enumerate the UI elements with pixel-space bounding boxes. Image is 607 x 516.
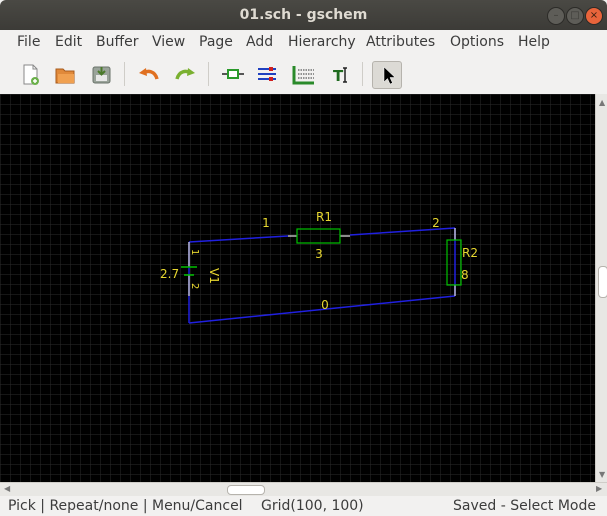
menu-page[interactable]: Page [199,34,233,50]
menu-attributes[interactable]: Attributes [366,34,435,50]
horizontal-scroll-thumb[interactable] [227,485,265,495]
add-bus-icon[interactable] [290,61,318,87]
status-bar: Pick | Repeat/none | Menu/Cancel Grid(10… [0,496,607,516]
horizontal-scrollbar[interactable]: ◀ ▶ [0,482,607,497]
menu-buffer[interactable]: Buffer [96,34,139,50]
toolbar-separator [362,62,363,86]
refdes-v1: V1 [207,268,221,284]
open-file-icon[interactable] [51,61,79,87]
scroll-down-icon[interactable]: ▼ [599,470,605,479]
menu-options[interactable]: Options [450,34,504,50]
v1-pin-2: 2 [189,283,200,289]
menu-add[interactable]: Add [246,34,273,50]
net-label-2: 2 [432,216,440,230]
select-pointer-icon[interactable] [372,61,402,89]
scroll-up-icon[interactable]: ▲ [599,98,605,107]
vertical-scroll-thumb[interactable] [598,266,607,298]
add-text-icon[interactable]: T [327,61,355,87]
net-label-3: 3 [315,247,323,261]
title-bar: – □ × 01.sch - gschem [0,0,607,30]
mode-status: Saved - Select Mode [453,498,596,514]
mouse-button-hints: Pick | Repeat/none | Menu/Cancel [8,498,243,514]
save-file-icon[interactable] [87,61,115,87]
menu-view[interactable]: View [152,34,185,50]
canvas-grid [0,94,595,482]
undo-icon[interactable] [135,61,163,87]
schematic-canvas[interactable]: R1 3 1 2 R2 8 0 2.7 V1 1 2 [0,94,595,482]
menu-edit[interactable]: Edit [55,34,82,50]
refdes-r2: R2 [462,246,478,260]
net-label-8: 8 [461,268,469,282]
window-title: 01.sch - gschem [239,7,368,23]
net-label-1: 1 [262,216,270,230]
toolbar-separator [208,62,209,86]
vertical-scrollbar[interactable]: ▲ ▼ [595,94,607,482]
menu-help[interactable]: Help [518,34,550,50]
add-component-icon[interactable] [219,61,247,87]
add-net-icon[interactable] [254,61,282,87]
svg-text:T: T [333,67,344,85]
toolbar: T [0,54,607,95]
scroll-left-icon[interactable]: ◀ [4,484,10,493]
menu-hierarchy[interactable]: Hierarchy [288,34,356,50]
grid-status: Grid(100, 100) [261,498,364,514]
v1-value: 2.7 [160,267,179,281]
menu-file[interactable]: File [17,34,40,50]
redo-icon[interactable] [171,61,199,87]
new-file-icon[interactable] [16,61,44,87]
net-label-0: 0 [321,298,329,312]
v1-pin-1: 1 [189,249,200,255]
refdes-r1: R1 [316,210,332,224]
scroll-right-icon[interactable]: ▶ [596,484,602,493]
toolbar-separator [124,62,125,86]
menu-bar: File Edit Buffer View Page Add Hierarchy… [0,30,607,54]
